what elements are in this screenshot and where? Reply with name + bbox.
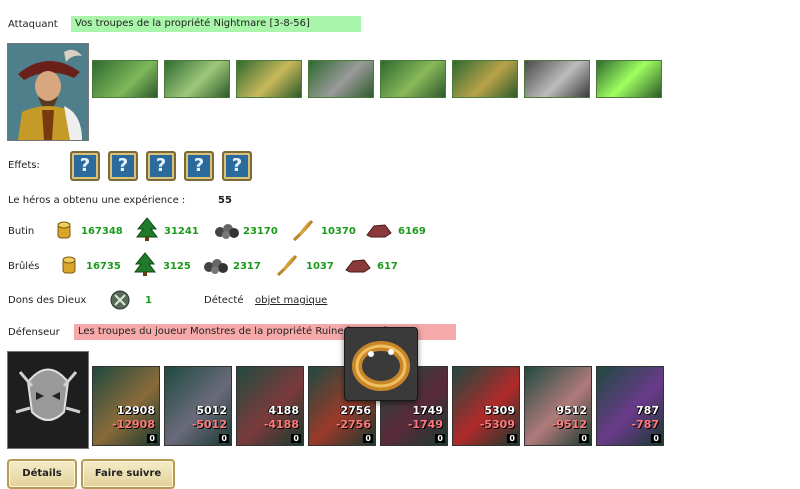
unit-count: 2756 xyxy=(340,404,371,417)
unit-count: 1749 xyxy=(412,404,443,417)
unit-loss: -12908 xyxy=(112,418,155,431)
loot-ore: 23170 xyxy=(243,226,278,237)
ore-icon xyxy=(204,259,228,274)
wheat-icon xyxy=(293,220,314,242)
loot-label: Butin xyxy=(8,226,35,237)
experience-label: Le héros a obtenu une expérience : xyxy=(8,195,186,206)
wood-icon xyxy=(134,252,156,276)
unit-extra: 0 xyxy=(579,434,589,443)
defender-unit-7[interactable]: 9512 -9512 0 xyxy=(524,366,592,446)
ring-icon xyxy=(352,341,410,391)
experience-value: 55 xyxy=(218,195,232,206)
question-icon[interactable]: ? xyxy=(108,151,138,181)
burned-wood: 3125 xyxy=(163,261,191,272)
magic-item-link[interactable]: objet magique xyxy=(255,295,327,306)
unit-extra: 0 xyxy=(435,434,445,443)
burned-gold: 16735 xyxy=(86,261,121,272)
question-icon[interactable]: ? xyxy=(222,151,252,181)
burned-label: Brûlés xyxy=(8,261,40,272)
stone-icon xyxy=(366,224,392,238)
gold-icon xyxy=(57,221,71,239)
attacker-unit-6[interactable] xyxy=(452,60,518,98)
defender-unit-3[interactable]: 4188 -4188 0 xyxy=(236,366,304,446)
loot-wood: 31241 xyxy=(164,226,199,237)
unit-extra: 0 xyxy=(363,434,373,443)
gift-orb-icon xyxy=(110,290,130,310)
defender-unit-2[interactable]: 5012 -5012 0 xyxy=(164,366,232,446)
attacker-unit-2[interactable] xyxy=(164,60,230,98)
unit-extra: 0 xyxy=(219,434,229,443)
loot-gold: 167348 xyxy=(81,226,123,237)
unit-count: 9512 xyxy=(556,404,587,417)
attacker-unit-5[interactable] xyxy=(380,60,446,98)
attacker-hero-portrait[interactable] xyxy=(7,43,89,141)
effects-label: Effets: xyxy=(8,160,40,171)
loot-stone: 6169 xyxy=(398,226,426,237)
burned-wheat: 1037 xyxy=(306,261,334,272)
wheat-icon xyxy=(277,255,298,277)
attacker-unit-4[interactable] xyxy=(308,60,374,98)
unit-loss: -4188 xyxy=(263,418,299,431)
defender-unit-1[interactable]: 12908 -12908 0 xyxy=(92,366,160,446)
unit-loss: -2756 xyxy=(335,418,371,431)
unit-extra: 0 xyxy=(291,434,301,443)
attacker-unit-7[interactable] xyxy=(524,60,590,98)
gifts-value: 1 xyxy=(145,295,152,306)
unit-extra: 0 xyxy=(147,434,157,443)
detected-label: Détecté xyxy=(204,295,244,306)
question-icon[interactable]: ? xyxy=(146,151,176,181)
forward-button[interactable]: Faire suivre xyxy=(81,459,175,489)
defender-hero-portrait[interactable] xyxy=(7,351,89,449)
unit-count: 12908 xyxy=(116,404,155,417)
unit-extra: 0 xyxy=(507,434,517,443)
unit-count: 5309 xyxy=(484,404,515,417)
burned-stone: 617 xyxy=(377,261,398,272)
attacker-unit-1[interactable] xyxy=(92,60,158,98)
attacker-label: Attaquant xyxy=(8,19,58,30)
unit-count: 4188 xyxy=(268,404,299,417)
unit-loss: -5309 xyxy=(479,418,515,431)
unit-loss: -1749 xyxy=(407,418,443,431)
stone-icon xyxy=(345,259,371,273)
question-icon[interactable]: ? xyxy=(184,151,214,181)
defender-unit-8[interactable]: 787 -787 0 xyxy=(596,366,664,446)
unit-loss: -5012 xyxy=(191,418,227,431)
unit-loss: -9512 xyxy=(551,418,587,431)
gold-icon xyxy=(62,256,76,274)
magic-ring-tooltip xyxy=(344,327,418,401)
details-button[interactable]: Détails xyxy=(7,459,77,489)
wood-icon xyxy=(136,217,158,241)
loot-wheat: 10370 xyxy=(321,226,356,237)
attacker-unit-8[interactable] xyxy=(596,60,662,98)
ore-icon xyxy=(215,224,239,239)
defender-unit-6[interactable]: 5309 -5309 0 xyxy=(452,366,520,446)
unit-loss: -787 xyxy=(631,418,659,431)
question-icon[interactable]: ? xyxy=(70,151,100,181)
unit-count: 787 xyxy=(636,404,659,417)
attacker-unit-3[interactable] xyxy=(236,60,302,98)
attacker-banner: Vos troupes de la propriété Nightmare [3… xyxy=(71,16,361,32)
defender-label: Défenseur xyxy=(8,327,60,338)
unit-extra: 0 xyxy=(651,434,661,443)
gifts-label: Dons des Dieux xyxy=(8,295,87,306)
unit-count: 5012 xyxy=(196,404,227,417)
burned-ore: 2317 xyxy=(233,261,261,272)
